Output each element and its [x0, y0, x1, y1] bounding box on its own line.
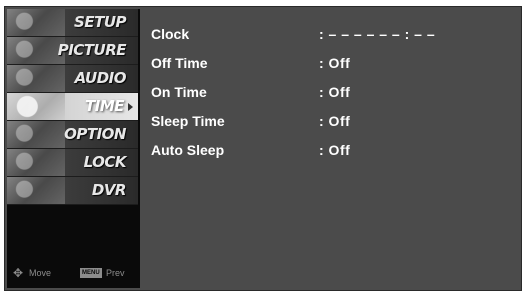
menu-item-audio[interactable]: AUDIO	[7, 65, 138, 93]
setting-value: : Off	[319, 113, 351, 129]
navigation-hint-bar: ✥ Move MENU Prev	[13, 266, 137, 280]
menu-item-label: LOCK	[83, 153, 127, 171]
setting-value: : Off	[319, 84, 351, 100]
move-hint-label: Move	[29, 268, 52, 278]
prev-hint-label: Prev	[106, 268, 125, 278]
setting-value: : Off	[319, 55, 351, 71]
setup-thumbnail-icon	[7, 9, 65, 36]
menu-item-dvr[interactable]: DVR	[7, 177, 138, 205]
menu-item-time[interactable]: TIME	[7, 93, 138, 121]
setting-value: : Off	[319, 142, 351, 158]
menu-key-icon: MENU	[80, 268, 102, 278]
menu-item-label: TIME	[85, 97, 125, 115]
menu-item-label: AUDIO	[74, 69, 127, 87]
menu-item-lock[interactable]: LOCK	[7, 149, 138, 177]
tv-menu-frame: SETUP PICTURE AUDIO TIME OPTION LOCK DVR	[4, 6, 522, 291]
option-thumbnail-icon	[7, 121, 65, 148]
setting-row-on-time[interactable]: On Time : Off	[151, 82, 511, 102]
setting-row-auto-sleep[interactable]: Auto Sleep : Off	[151, 140, 511, 160]
selected-arrow-icon	[128, 103, 133, 111]
picture-thumbnail-icon	[7, 37, 65, 64]
time-thumbnail-icon	[7, 93, 65, 120]
setting-row-clock[interactable]: Clock : – – – – – – : – –	[151, 24, 511, 44]
menu-item-label: SETUP	[74, 13, 126, 31]
setting-name: Off Time	[151, 55, 208, 71]
setting-name: On Time	[151, 84, 207, 100]
setting-row-off-time[interactable]: Off Time : Off	[151, 53, 511, 73]
setting-name: Auto Sleep	[151, 142, 225, 158]
menu-item-picture[interactable]: PICTURE	[7, 37, 138, 65]
move-arrows-icon: ✥	[13, 266, 24, 280]
main-menu-sidebar: SETUP PICTURE AUDIO TIME OPTION LOCK DVR	[7, 9, 140, 288]
time-settings-panel: Clock : – – – – – – : – – Off Time : Off…	[142, 9, 519, 288]
menu-item-label: PICTURE	[57, 41, 127, 59]
setting-name: Clock	[151, 26, 190, 42]
setting-row-sleep-time[interactable]: Sleep Time : Off	[151, 111, 511, 131]
audio-thumbnail-icon	[7, 65, 65, 92]
menu-item-label: OPTION	[64, 125, 126, 143]
setting-value: : – – – – – – : – –	[319, 26, 436, 42]
lock-thumbnail-icon	[7, 149, 65, 176]
dvr-thumbnail-icon	[7, 177, 65, 204]
menu-item-option[interactable]: OPTION	[7, 121, 138, 149]
setting-name: Sleep Time	[151, 113, 225, 129]
menu-item-setup[interactable]: SETUP	[7, 9, 138, 37]
menu-item-label: DVR	[91, 181, 127, 199]
